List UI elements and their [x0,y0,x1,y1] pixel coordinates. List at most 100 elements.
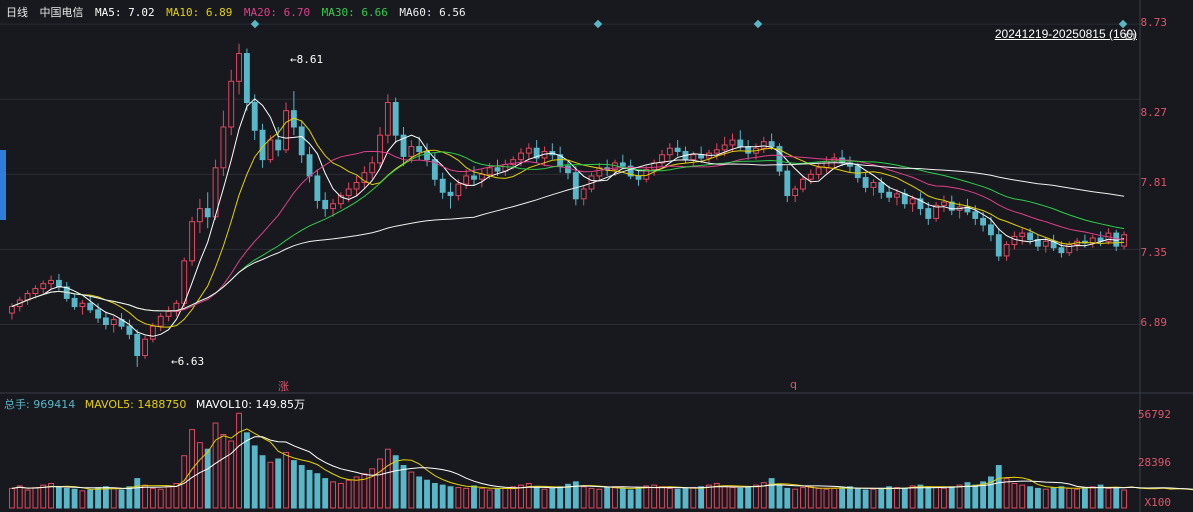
event-tag-1[interactable]: 涨 [278,378,289,394]
volume-bar [212,422,219,509]
volume-bar [416,476,423,509]
candle-body [1003,244,1010,257]
volume-bar [925,486,932,509]
volume-bar [839,487,846,509]
candle-body [345,188,352,197]
volume-bar [220,434,227,509]
candle-body [298,126,305,156]
volume-bar [102,486,109,509]
candle-body [674,147,681,152]
event-diamond-icon [250,19,260,29]
volume-bar [8,487,15,509]
candle-body [384,102,391,136]
volume-bar [878,487,885,509]
candle-body [729,139,736,146]
volume-bar [63,487,70,509]
volume-bar [431,483,438,509]
candle-body [102,317,109,326]
volume-bar [886,486,893,509]
candle-body [901,193,908,205]
candle-body [471,175,477,180]
candle-body [447,191,454,197]
volume-bar [165,486,172,509]
candle-body [1058,247,1065,254]
candle-body [1121,234,1128,247]
ma60-line [11,159,1125,312]
candle-body [283,110,289,151]
volume-bar [729,487,736,509]
candle-body [40,283,47,290]
volume-bar [1066,487,1073,509]
volume-bar [259,455,266,509]
volume-bar [95,487,101,509]
volume-bar [721,485,728,509]
volume-bar [1035,487,1041,509]
volume-bar [1121,489,1128,509]
volume-bar [24,489,31,509]
volume-tick-2: X100 [1144,496,1172,509]
candle-body [392,102,399,136]
volume-bar [518,484,524,509]
candle-body [149,325,156,340]
volume-bar [737,487,744,509]
candle-body [1042,240,1049,247]
volume-bar [330,481,336,509]
candle-body [862,177,869,188]
volume-bar [478,487,485,509]
volume-bar [447,486,454,509]
volume-bar [283,451,289,509]
candle-body [165,310,172,317]
side-tab[interactable] [0,150,6,220]
volume-bar [800,487,806,509]
candle-body [925,208,932,219]
volume-bar [1081,487,1088,509]
candle-body [572,172,579,200]
candle-body [807,173,814,180]
candle-body [941,201,947,206]
volume-bar [588,487,595,509]
date-range-label[interactable]: 20241219-20250815 (160) [995,27,1137,41]
candle-body [228,80,235,128]
volume-bar [768,478,775,509]
ma5-label: MA5: [95,6,122,19]
period-label[interactable]: 日线 [6,6,28,19]
candle-body [196,208,203,223]
volume-bar [784,487,791,509]
candle-body [1011,235,1018,246]
volume-bar [557,486,564,509]
volume-bar [690,487,697,509]
volume-bar [862,489,869,509]
price-tick-1: 8.27 [1140,106,1168,119]
volume-bar [377,458,383,509]
volume-bar [941,487,947,509]
volume-bar [306,469,313,509]
volume-bar [753,484,759,509]
candle-body [55,279,62,288]
volume-bar [298,465,305,509]
volume-bar [322,478,329,509]
lock-icon[interactable] [1125,30,1135,39]
mavol10-line [11,436,1193,490]
volume-bar [580,486,587,509]
candle-body [110,319,117,326]
volume-bar [533,487,540,509]
event-tag-2[interactable]: q [790,378,797,391]
volume-bar [196,442,203,509]
total-value: 969414 [33,398,76,411]
volume-bar [604,487,611,509]
volume-legend: 总手: 969414 MAVOL5: 1488750 MAVOL10: 149.… [4,396,311,412]
volume-bar [228,440,235,509]
candle-body [126,325,133,335]
candle-body [972,211,979,219]
candle-body [886,191,893,198]
candle-body [635,175,642,180]
volume-bar [494,488,501,509]
volume-bar [424,479,430,509]
candle-body [792,188,799,197]
volume-bar [627,489,634,509]
candle-body [666,147,673,156]
volume-bar [1113,487,1120,509]
volume-tick-1: 28396 [1137,456,1171,469]
candle-body [800,178,806,190]
mavol5-value: 1488750 [137,398,187,411]
